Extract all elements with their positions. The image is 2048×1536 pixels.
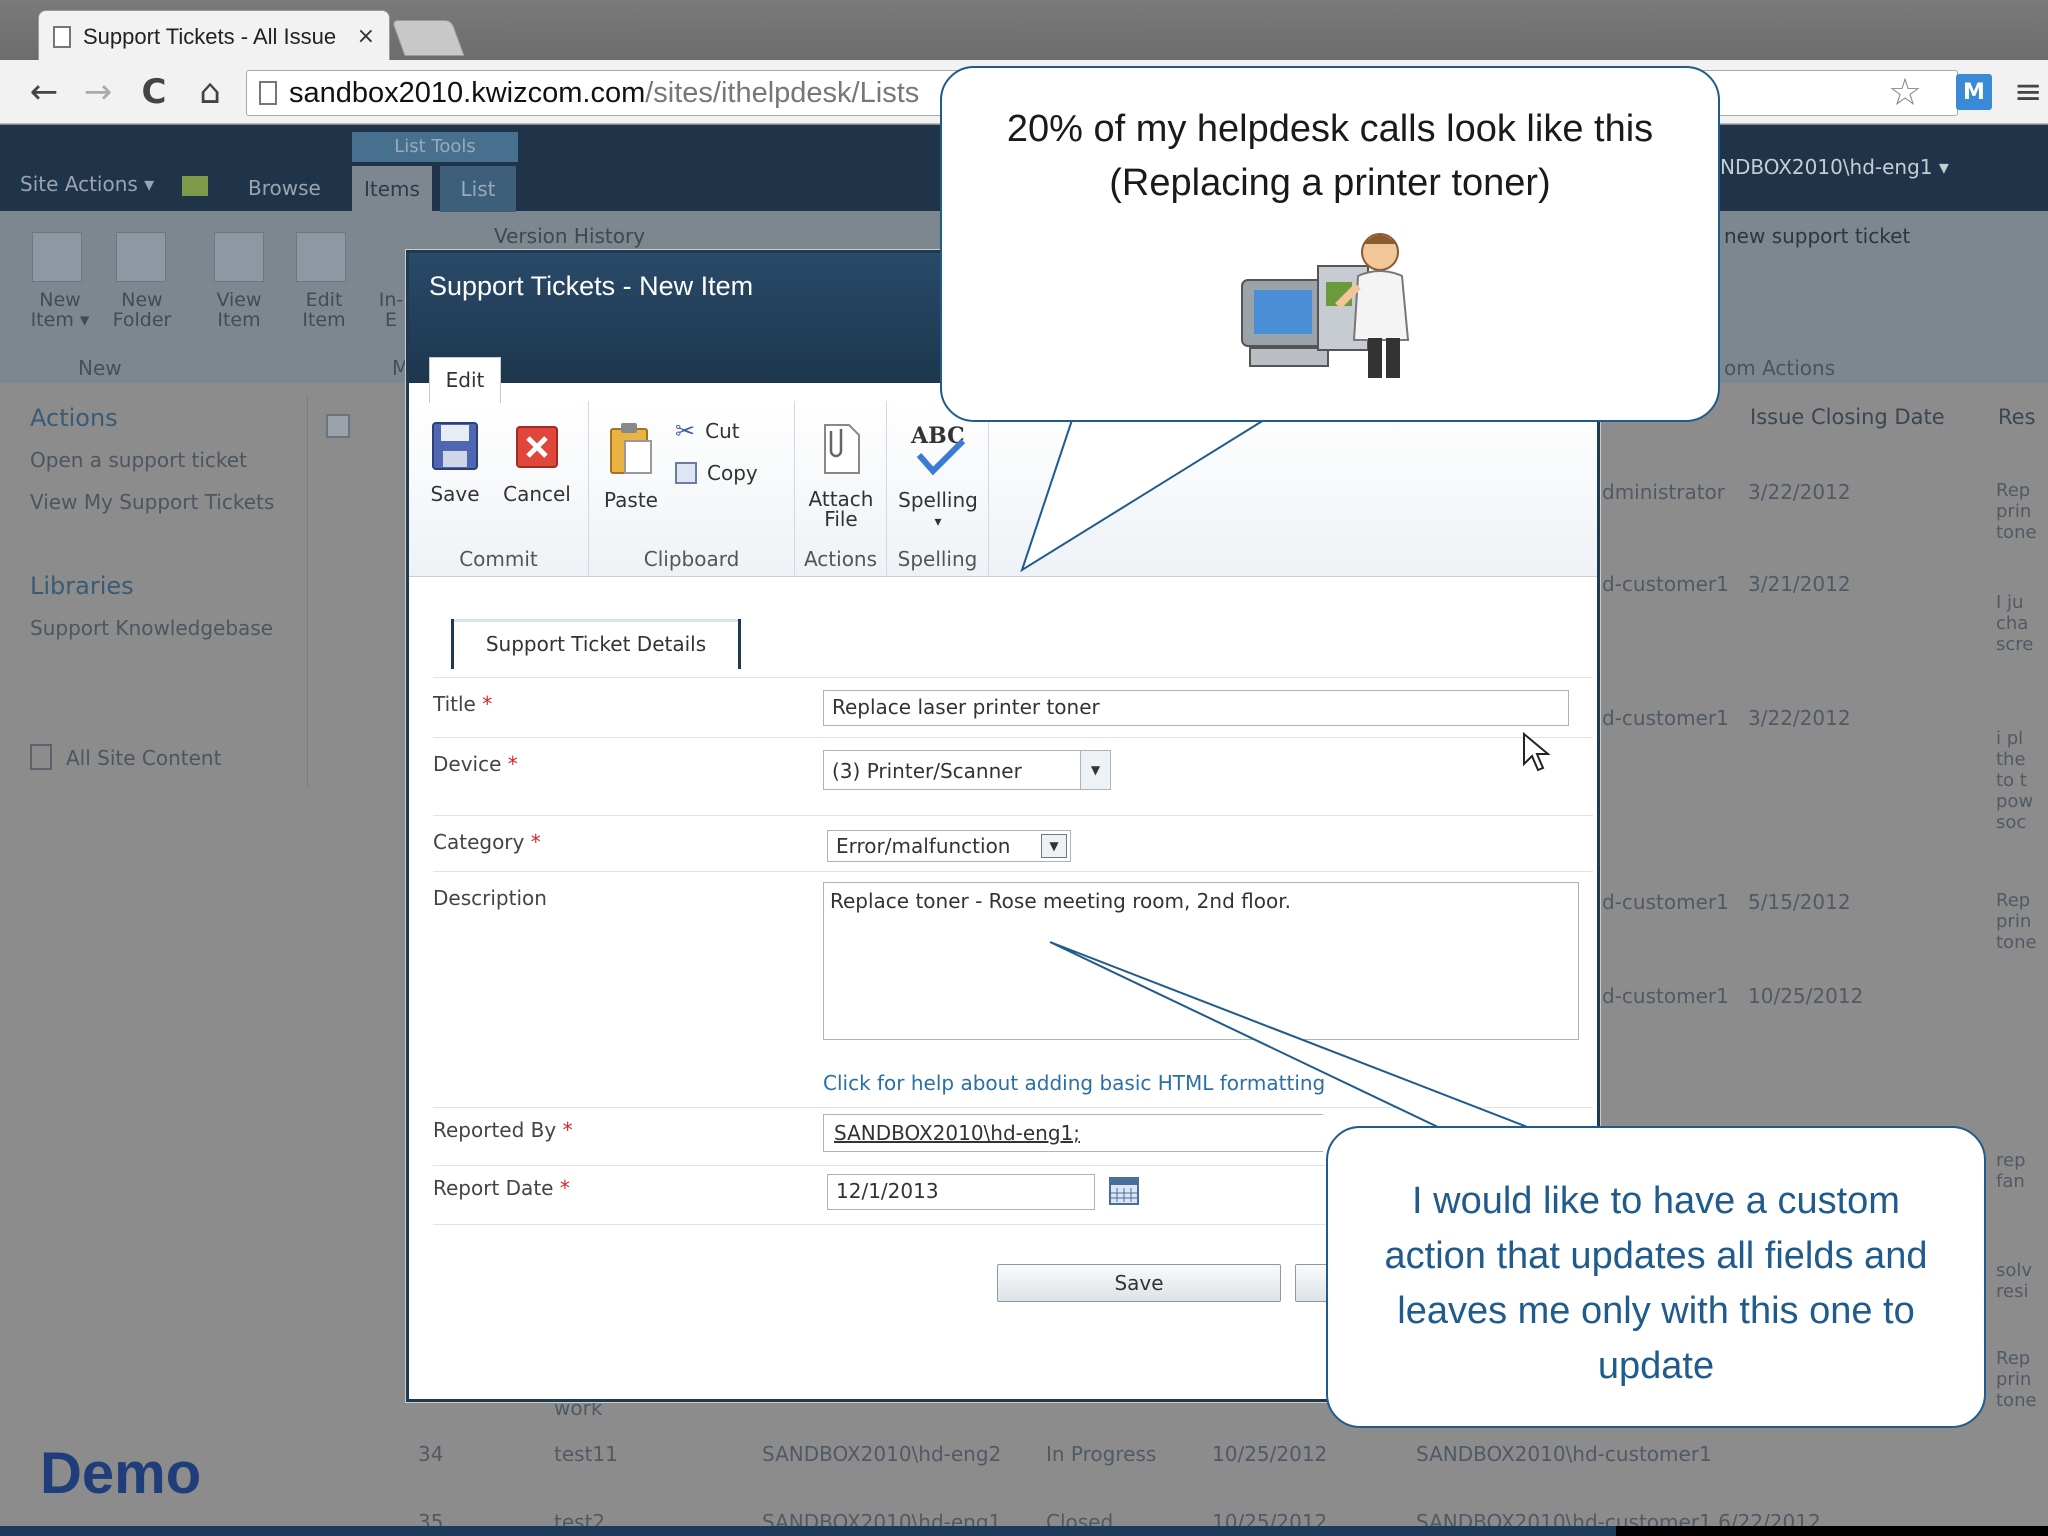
bottom-callout-text: I would like to have a custom action tha… <box>1384 1180 1928 1387</box>
top-callout-line2: (Replacing a printer toner) <box>1109 162 1551 204</box>
cursor-arrow-icon <box>1523 731 1551 772</box>
bottom-callout: I would like to have a custom action tha… <box>1326 1126 1986 1428</box>
technician-computer-illustration <box>1241 233 1410 378</box>
top-callout: 20% of my helpdesk calls look like this … <box>940 66 1720 422</box>
demo-label: Demo <box>40 1441 202 1506</box>
top-callout-tail <box>1020 419 1268 573</box>
bottom-bar-dark <box>1616 1526 2048 1536</box>
top-callout-line1: 20% of my helpdesk calls look like this <box>1006 108 1654 150</box>
mouse-cursor-icon <box>1522 731 1551 781</box>
bottom-callout-tail <box>1049 941 1531 1129</box>
top-callout-text: 20% of my helpdesk calls look like this … <box>942 102 1718 210</box>
